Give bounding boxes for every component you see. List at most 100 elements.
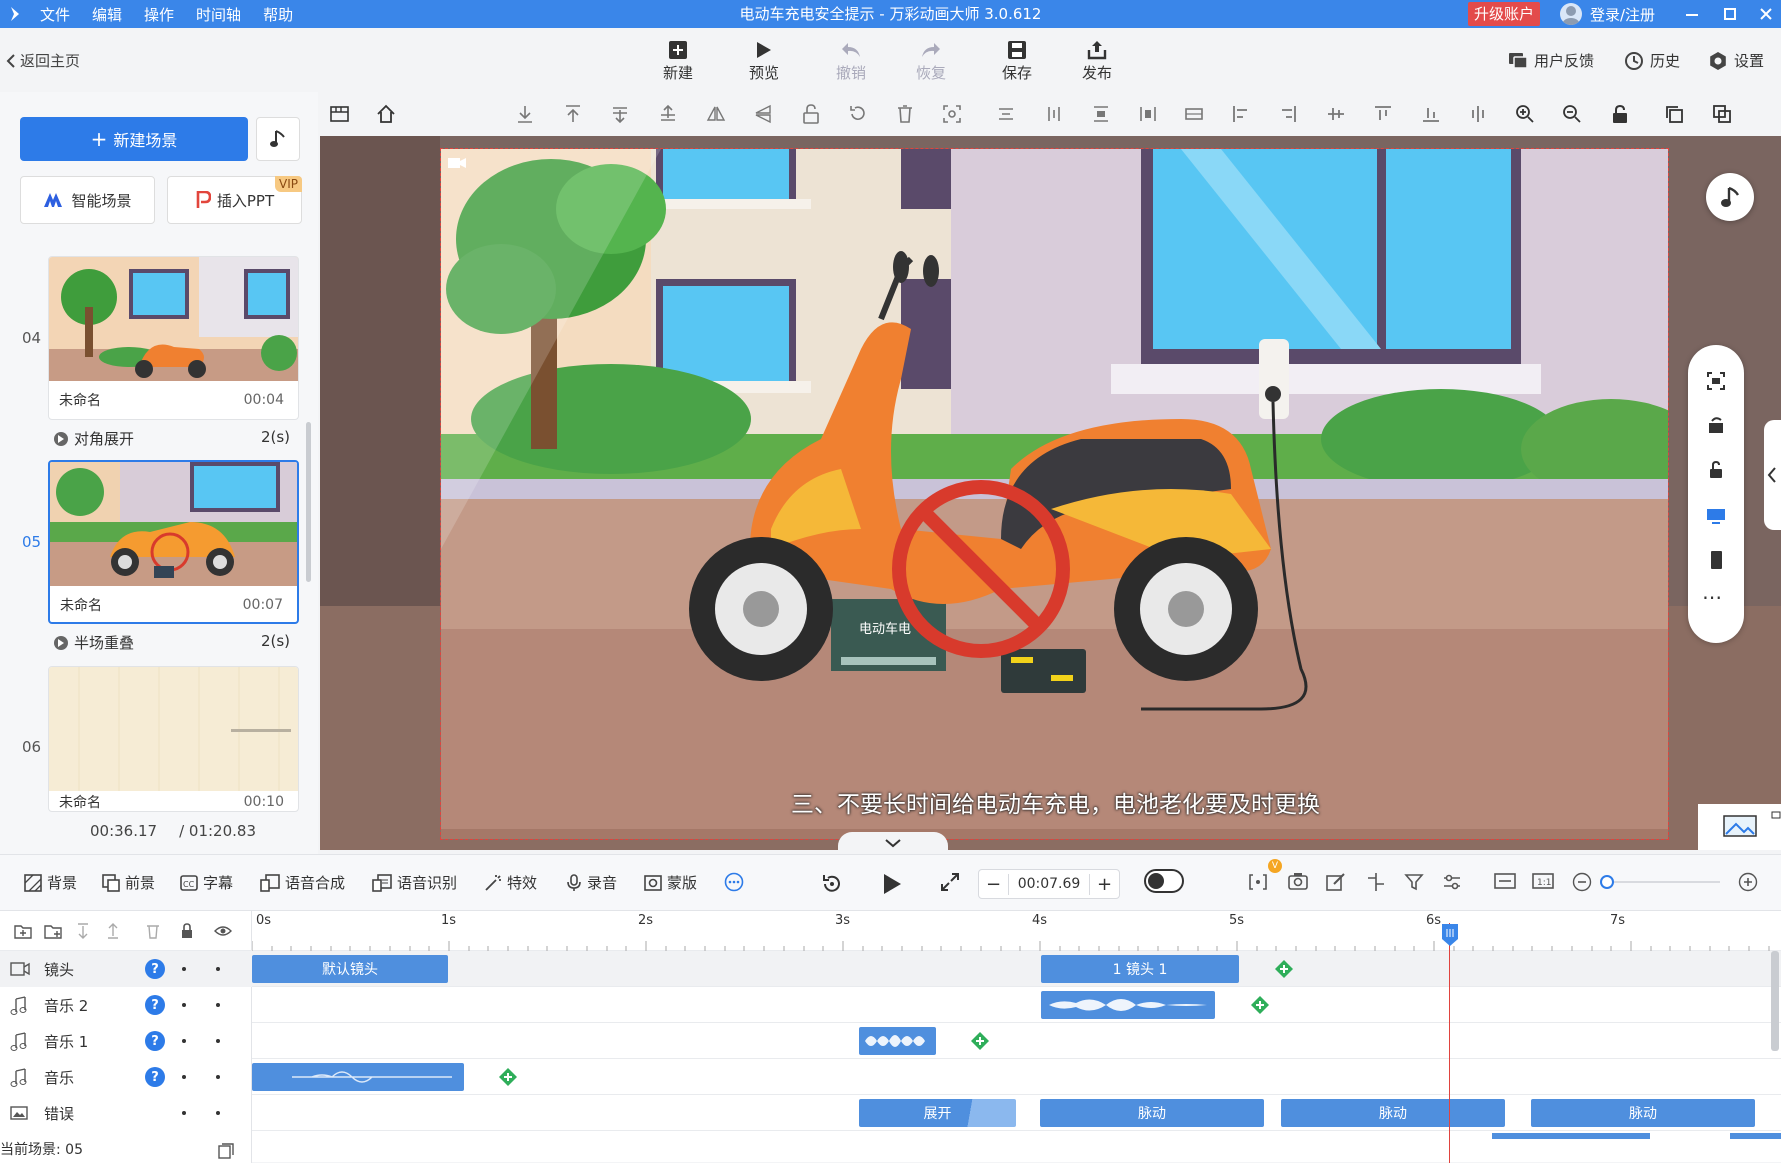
fit-width-button[interactable] <box>1494 872 1516 890</box>
undo-button[interactable]: 撤销 <box>826 38 876 83</box>
playhead-handle[interactable] <box>1441 923 1459 947</box>
camera-track[interactable]: 默认镜头 1 镜头 1 <box>252 951 1781 987</box>
upgrade-button[interactable]: 升级账户 <box>1468 2 1541 26</box>
play-button[interactable] <box>882 872 902 896</box>
partial-clip[interactable] <box>1730 1133 1781 1139</box>
dot-icon[interactable] <box>182 1003 186 1007</box>
foreground-button[interactable]: 前景 <box>102 872 155 893</box>
menu-edit[interactable]: 编辑 <box>92 4 122 25</box>
dot-icon[interactable] <box>216 1039 220 1043</box>
new-button[interactable]: 新建 <box>653 38 703 83</box>
camera-1-clip[interactable]: 1 镜头 1 <box>1041 955 1239 983</box>
landscape-screen-icon[interactable] <box>1706 505 1726 525</box>
collapse-stage-button[interactable] <box>838 832 948 854</box>
move-up-icon[interactable] <box>658 104 678 124</box>
zoom-out-icon[interactable] <box>1562 104 1582 124</box>
scene-card-04[interactable]: 未命名 00:04 <box>48 256 299 420</box>
dot-icon[interactable] <box>182 967 186 971</box>
close-icon[interactable] <box>1748 0 1781 28</box>
music-1-track[interactable] <box>252 1023 1781 1059</box>
scene-music-button[interactable] <box>256 117 300 161</box>
zoom-in-icon[interactable] <box>1515 104 1535 124</box>
background-button[interactable]: 背景 <box>24 872 77 893</box>
music-1-clip[interactable] <box>859 1027 936 1055</box>
loop-toggle[interactable] <box>1144 869 1184 893</box>
scene-canvas[interactable]: 电动车电 三、不要长时间给电动车充电，电池老化要及时更换 <box>440 148 1669 840</box>
redo-button[interactable]: 恢复 <box>906 38 956 83</box>
scene-card-05[interactable]: 未命名 00:07 <box>48 460 299 624</box>
canvas-stage[interactable]: 电动车电 三、不要长时间给电动车充电，电池老化要及时更换 <box>320 136 1781 850</box>
more-icon[interactable]: ⋯ <box>1702 585 1723 609</box>
current-time-field[interactable]: 00:07.69 <box>1009 876 1089 892</box>
fit-button[interactable] <box>1248 872 1268 892</box>
scene-scrollbar[interactable] <box>306 422 311 582</box>
insert-ppt-button[interactable]: 插入PPT VIP <box>167 176 302 224</box>
music-clip[interactable] <box>252 1063 464 1091</box>
fullscreen-icon[interactable] <box>1706 371 1726 391</box>
feedback-button[interactable]: 用户反馈 <box>1508 50 1594 71</box>
add-keyframe-icon[interactable] <box>1250 995 1270 1015</box>
add-keyframe-icon[interactable] <box>970 1031 990 1051</box>
help-icon[interactable]: ? <box>145 1067 165 1087</box>
plus-icon[interactable]: + <box>1089 873 1119 895</box>
timeline-scrollbar[interactable] <box>1771 951 1779 1051</box>
effects-button[interactable]: 特效 <box>484 872 537 893</box>
music-2-track[interactable] <box>252 987 1781 1023</box>
minimize-icon[interactable] <box>1674 0 1710 28</box>
smart-scene-button[interactable]: 智能场景 <box>20 176 155 224</box>
align-top-icon[interactable] <box>1373 104 1393 124</box>
save-button[interactable]: 保存 <box>992 38 1042 83</box>
expand-effect-clip[interactable]: 展开 <box>859 1099 1016 1127</box>
right-panel-handle[interactable] <box>1764 420 1781 530</box>
split-button[interactable] <box>1366 872 1386 892</box>
publish-button[interactable]: 发布 <box>1072 38 1122 83</box>
ruler-icon[interactable] <box>330 104 350 124</box>
maximize-icon[interactable] <box>1712 0 1748 28</box>
flip-vertical-icon[interactable] <box>753 104 773 124</box>
dot-icon[interactable] <box>216 1003 220 1007</box>
align-center-h-icon[interactable] <box>996 104 1016 124</box>
dot-icon[interactable] <box>216 1075 220 1079</box>
tts-button[interactable]: 语音合成 <box>260 872 345 893</box>
timeline-zoom-slider[interactable] <box>1602 881 1720 883</box>
align-left-icon[interactable] <box>1231 104 1251 124</box>
partial-clip[interactable] <box>1492 1133 1650 1139</box>
align-middle-icon[interactable] <box>1326 104 1346 124</box>
unlock-icon[interactable] <box>1706 460 1726 480</box>
time-stepper[interactable]: − 00:07.69 + <box>978 869 1120 899</box>
timeline-zoom-in-button[interactable] <box>1738 872 1758 892</box>
focus-icon[interactable] <box>942 104 962 124</box>
delete-icon[interactable] <box>146 923 160 939</box>
snapshot-button[interactable] <box>1288 872 1308 890</box>
dot-icon[interactable] <box>182 1075 186 1079</box>
track-music[interactable]: 音乐 ? <box>0 1059 252 1095</box>
track-camera[interactable]: 镜头 ? <box>0 951 252 987</box>
distribute-v-icon[interactable] <box>1138 104 1158 124</box>
portrait-screen-icon[interactable] <box>1706 550 1726 570</box>
help-icon[interactable]: ? <box>145 995 165 1015</box>
pulse-effect-clip[interactable]: 脉动 <box>1040 1099 1264 1127</box>
actual-size-button[interactable]: 1:1 <box>1532 872 1554 890</box>
add-folder-icon[interactable] <box>14 923 32 939</box>
distribute-h-icon[interactable] <box>1091 104 1111 124</box>
move-top-icon[interactable] <box>563 104 583 124</box>
help-icon[interactable]: ? <box>145 959 165 979</box>
scene-list-icon[interactable] <box>218 1143 234 1159</box>
edit-button[interactable] <box>1326 872 1346 892</box>
adjust-button[interactable] <box>1442 872 1462 892</box>
mask-button[interactable]: 蒙版 <box>644 872 697 893</box>
music-track[interactable] <box>252 1059 1781 1095</box>
track-music-1[interactable]: 音乐 1 ? <box>0 1023 252 1059</box>
minus-icon[interactable]: − <box>979 873 1009 895</box>
pulse-effect-clip[interactable]: 脉动 <box>1281 1099 1505 1127</box>
home-icon[interactable] <box>376 104 396 124</box>
pulse-effect-clip[interactable]: 脉动 <box>1531 1099 1755 1127</box>
delete-icon[interactable] <box>895 104 915 124</box>
copy-icon[interactable] <box>1664 104 1684 124</box>
rotate-icon[interactable] <box>1706 415 1726 435</box>
expand-button[interactable] <box>940 872 960 892</box>
timeline-ruler[interactable]: 0s 1s 2s 3s 4s 5s 6s 7s <box>252 911 1781 951</box>
new-folder-icon[interactable] <box>44 923 62 939</box>
transition-item[interactable]: 半场重叠 2(s) <box>54 632 290 653</box>
track-music-2[interactable]: 音乐 2 ? <box>0 987 252 1023</box>
